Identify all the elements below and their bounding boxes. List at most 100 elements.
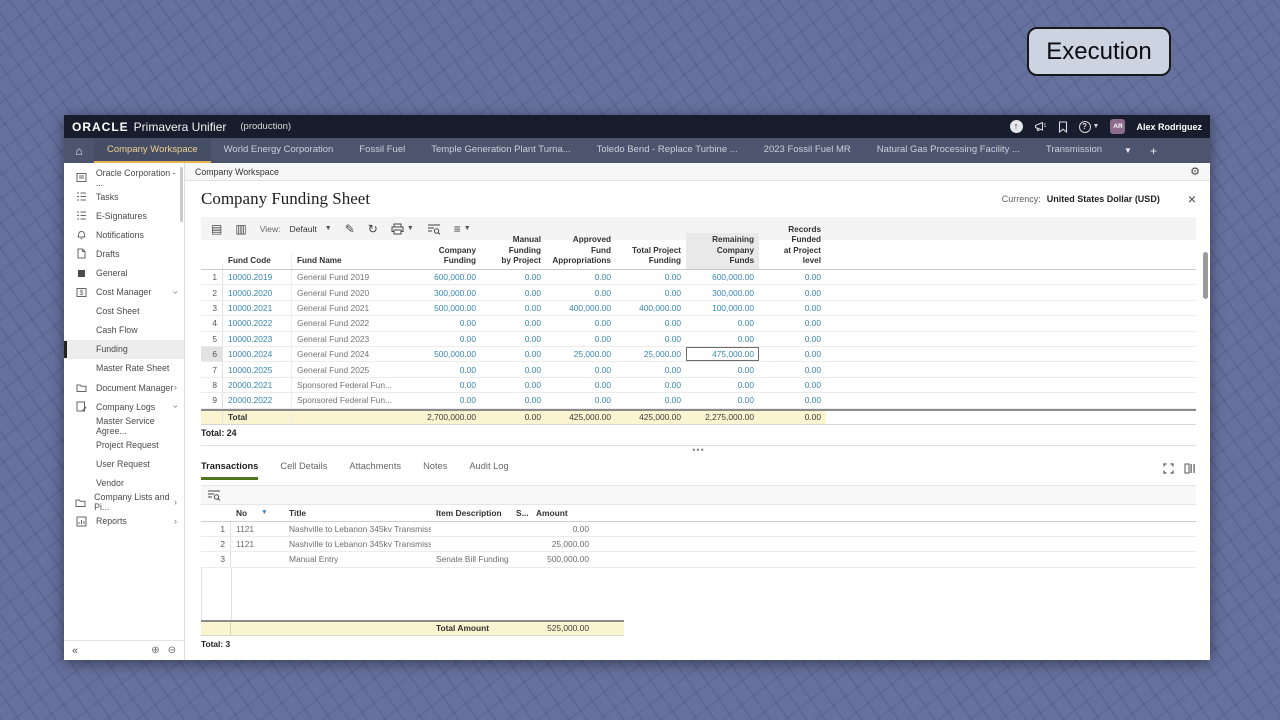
dock-panel-icon[interactable] (1184, 463, 1196, 474)
funding-row[interactable]: 8 20000.2021 Sponsored Federal Fun... 0.… (201, 378, 1196, 393)
records-funded-cell[interactable]: 0.00 (759, 362, 826, 376)
status-cell[interactable] (511, 537, 531, 551)
column-header-company-funding[interactable]: Company Funding (411, 244, 481, 270)
bookmark-icon[interactable] (1058, 121, 1068, 133)
zoom-in-icon[interactable]: ⊕ (151, 645, 159, 656)
manual-funding-cell[interactable]: 0.00 (481, 378, 546, 392)
gear-icon[interactable]: ⚙ (1190, 165, 1200, 178)
manual-funding-cell[interactable]: 0.00 (481, 347, 546, 361)
remaining-funds-cell[interactable]: 100,000.00 (686, 301, 759, 315)
approved-fund-cell[interactable]: 0.00 (546, 316, 616, 330)
column-header-no[interactable]: No▼ (231, 508, 284, 518)
home-icon[interactable]: ⌂ (64, 138, 94, 163)
fund-code-cell[interactable]: 10000.2022 (223, 316, 291, 330)
sidebar-item-cost-sheet[interactable]: Cost Sheet (64, 302, 184, 321)
project-tab[interactable]: 2023 Fossil Fuel MR (751, 138, 864, 163)
sidebar-item-user-request[interactable]: User Request (64, 454, 184, 473)
sidebar-item-cash-flow[interactable]: Cash Flow (64, 321, 184, 340)
sidebar-item-cost-manager[interactable]: $ Cost Manager › (64, 283, 184, 302)
company-funding-cell[interactable]: 0.00 (411, 393, 481, 407)
item-description-cell[interactable] (431, 537, 511, 551)
fund-code-cell[interactable]: 10000.2024 (223, 347, 291, 361)
total-project-cell[interactable]: 0.00 (616, 393, 686, 407)
remaining-funds-cell[interactable]: 300,000.00 (686, 285, 759, 299)
fund-name-cell[interactable]: General Fund 2021 (291, 301, 411, 315)
project-tab[interactable]: Natural Gas Processing Facility ... (864, 138, 1033, 163)
approved-fund-cell[interactable]: 0.00 (546, 393, 616, 407)
fund-code-cell[interactable]: 20000.2022 (223, 393, 291, 407)
total-project-cell[interactable]: 0.00 (616, 362, 686, 376)
detail-tab[interactable]: Transactions (201, 457, 258, 480)
funding-row[interactable]: 1 10000.2019 General Fund 2019 600,000.0… (201, 270, 1196, 285)
manual-funding-cell[interactable]: 0.00 (481, 362, 546, 376)
company-funding-cell[interactable]: 500,000.00 (411, 347, 481, 361)
project-tab[interactable]: Fossil Fuel (346, 138, 418, 163)
amount-cell[interactable]: 0.00 (531, 522, 594, 536)
sidebar-item-notifications[interactable]: Notifications (64, 225, 184, 244)
project-tab[interactable]: World Energy Corporation (211, 138, 347, 163)
tab-overflow-chevron-icon[interactable]: ▼ (1115, 138, 1141, 163)
fund-name-cell[interactable]: General Fund 2020 (291, 285, 411, 299)
fund-code-cell[interactable]: 10000.2021 (223, 301, 291, 315)
remaining-funds-cell[interactable]: 0.00 (686, 332, 759, 346)
column-header-approved-fund[interactable]: Approved Fund Appropriations (546, 233, 616, 269)
refresh-icon[interactable]: ↻ (368, 223, 378, 235)
total-project-cell[interactable]: 0.00 (616, 270, 686, 284)
rows-view-icon[interactable]: ▤ (211, 223, 222, 235)
edit-icon[interactable]: ✎ (345, 223, 355, 235)
remaining-funds-cell[interactable]: 475,000.00 (686, 347, 759, 361)
fund-code-cell[interactable]: 10000.2020 (223, 285, 291, 299)
remaining-funds-cell[interactable]: 0.00 (686, 316, 759, 330)
total-project-cell[interactable]: 0.00 (616, 316, 686, 330)
total-project-cell[interactable]: 25,000.00 (616, 347, 686, 361)
sidebar-item-reports[interactable]: Reports › (64, 512, 184, 531)
splitter-handle-icon[interactable]: ••• (692, 445, 704, 455)
zoom-out-icon[interactable]: ⊖ (168, 645, 176, 656)
remaining-funds-cell[interactable]: 600,000.00 (686, 270, 759, 284)
fund-name-cell[interactable]: General Fund 2023 (291, 332, 411, 346)
total-project-cell[interactable]: 0.00 (616, 332, 686, 346)
company-funding-cell[interactable]: 0.00 (411, 332, 481, 346)
sidebar-item-master-rate-sheet[interactable]: Master Rate Sheet (64, 359, 184, 378)
column-header-amount[interactable]: Amount (531, 508, 594, 518)
funding-row[interactable]: 9 20000.2022 Sponsored Federal Fun... 0.… (201, 393, 1196, 408)
records-funded-cell[interactable]: 0.00 (759, 285, 826, 299)
columns-view-icon[interactable]: ▥ (235, 223, 246, 235)
sidebar-item-project-request[interactable]: Project Request (64, 435, 184, 454)
records-funded-cell[interactable]: 0.00 (759, 347, 826, 361)
remaining-funds-cell[interactable]: 0.00 (686, 393, 759, 407)
amount-cell[interactable]: 500,000.00 (531, 552, 594, 566)
sidebar-item-tasks[interactable]: Tasks (64, 187, 184, 206)
no-cell[interactable]: 1121 (231, 522, 284, 536)
sidebar-item-drafts[interactable]: Drafts (64, 244, 184, 263)
column-header-item-description[interactable]: Item Description (431, 508, 511, 518)
fund-name-cell[interactable]: Sponsored Federal Fun... (291, 393, 411, 407)
title-cell[interactable]: Manual Entry (284, 552, 431, 566)
column-header-records-funded[interactable]: Records Funded at Project level (759, 223, 826, 269)
close-icon[interactable]: × (1188, 191, 1196, 207)
add-tab-icon[interactable]: + (1141, 138, 1166, 163)
sidebar-item-e-signatures[interactable]: E-Signatures (64, 206, 184, 225)
column-header-total-project[interactable]: Total Project Funding (616, 244, 686, 270)
status-cell[interactable] (511, 552, 531, 566)
title-cell[interactable]: Nashville to Lebanon 345kv Transmissio..… (284, 522, 431, 536)
company-funding-cell[interactable]: 0.00 (411, 378, 481, 392)
sidebar-item-vendor[interactable]: Vendor (64, 474, 184, 493)
fund-name-cell[interactable]: Sponsored Federal Fun... (291, 378, 411, 392)
amount-cell[interactable]: 25,000.00 (531, 537, 594, 551)
manual-funding-cell[interactable]: 0.00 (481, 285, 546, 299)
sidebar-item-company-lists[interactable]: Company Lists and Pi... › (64, 493, 184, 512)
find-icon[interactable] (207, 489, 221, 501)
approved-fund-cell[interactable]: 0.00 (546, 378, 616, 392)
fund-name-cell[interactable]: General Fund 2019 (291, 270, 411, 284)
sidebar-item-general[interactable]: General (64, 263, 184, 282)
vertical-scrollbar[interactable] (1203, 252, 1208, 299)
megaphone-icon[interactable] (1034, 121, 1047, 133)
no-cell[interactable]: 1121 (231, 537, 284, 551)
avatar[interactable]: AR (1110, 119, 1125, 134)
total-project-cell[interactable]: 400,000.00 (616, 301, 686, 315)
company-funding-cell[interactable]: 600,000.00 (411, 270, 481, 284)
column-header-fund-name[interactable]: Fund Name (291, 254, 411, 269)
records-funded-cell[interactable]: 0.00 (759, 332, 826, 346)
fund-code-cell[interactable]: 10000.2023 (223, 332, 291, 346)
